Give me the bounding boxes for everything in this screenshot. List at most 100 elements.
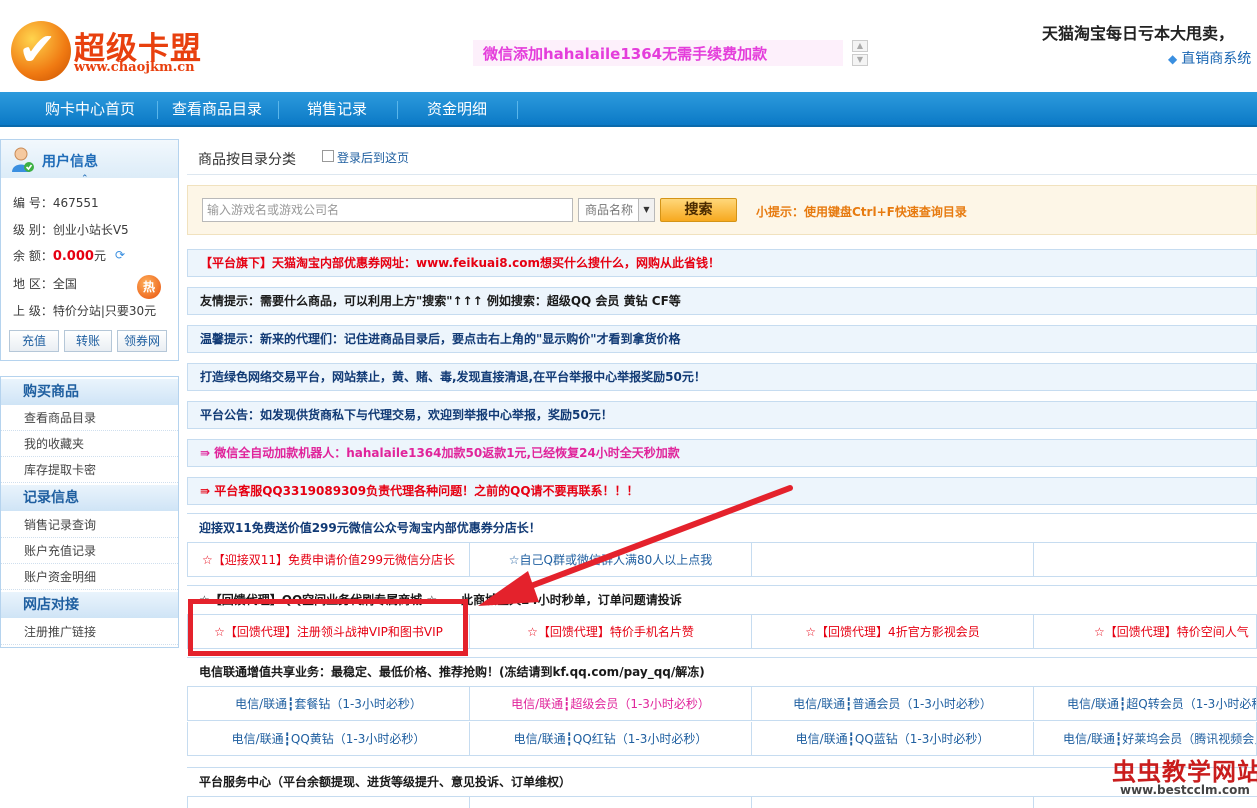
product-link[interactable]: 电信/联通┇超Q转会员（1-3小时必秒） (1034, 687, 1257, 721)
menu-item-favorites[interactable]: 我的收藏夹 (1, 431, 178, 457)
collapse-caret-icon[interactable]: ⌃ (81, 174, 89, 184)
logo-url: www.chaojkm.cn (74, 60, 195, 75)
section-title: 平台服务中心（平台余额提现、进货等级提升、意见投诉、订单维权） (187, 767, 1257, 797)
search-type-value: 商品名称 (585, 203, 634, 217)
side-menu: 购买商品 查看商品目录 我的收藏夹 库存提取卡密 记录信息 销售记录查询 账户充… (0, 376, 179, 648)
balance-unit: 元 (93, 249, 106, 263)
breadcrumb-bar: 商品按目录分类 登录后到这页 (187, 139, 1257, 175)
notice-row: 温馨提示：新来的代理们：记住进商品目录后，要点击右上角的"显示购价"才看到拿货价… (187, 325, 1257, 353)
nav-item-sales[interactable]: 销售记录 (307, 92, 367, 127)
site-logo[interactable]: ✔ 超级卡盟 www.chaojkm.cn (8, 18, 204, 84)
diamond-icon: ◆ (1168, 52, 1178, 66)
product-link[interactable]: ☆自己Q群或微信群人满80人以上点我 (470, 543, 752, 577)
notice-row: 打造绿色网络交易平台，网站禁止，黄、赌、毒,发现直接清退,在平台举报中心举报奖励… (187, 363, 1257, 391)
menu-item-stock[interactable]: 库存提取卡密 (1, 457, 178, 483)
nav-divider (517, 101, 518, 119)
marquee-text: 微信添加hahalaile1364无需手续费加款 (483, 45, 768, 63)
product-link[interactable]: ☆【回馈代理】特价空间人气 (1034, 615, 1257, 649)
menu-item-sales-query[interactable]: 销售记录查询 (1, 512, 178, 538)
nav-item-catalog[interactable]: 查看商品目录 (172, 92, 262, 127)
marquee-up-icon[interactable]: ▲ (852, 40, 868, 52)
transfer-button[interactable]: 转账 (64, 330, 112, 352)
menu-section-shop: 网店对接 (1, 592, 178, 618)
notice-row[interactable]: 【平台旗下】天猫淘宝内部优惠券网址：www.feikuai8.com想买什么搜什… (187, 249, 1257, 277)
notice-row: ⇛ 微信全自动加款机器人：hahalaile1364加款50返款1元,已经恢复2… (187, 439, 1257, 467)
sidebar: 用户信息 ⌃ 编 号：467551 级 别：创业小站长V5 余 额：0.000元… (0, 139, 179, 659)
product-link[interactable]: ☆【回馈代理】特价手机名片赞 (470, 615, 752, 649)
menu-item-catalog[interactable]: 查看商品目录 (1, 405, 178, 431)
top-notice: 天猫淘宝每日亏本大甩卖， (1042, 24, 1235, 43)
logo-check-icon: ✔ (18, 22, 57, 76)
user-region: 地 区：全国 (13, 277, 77, 291)
search-button[interactable]: 搜索 (660, 198, 737, 222)
user-id: 编 号：467551 (13, 196, 99, 210)
nav-item-home[interactable]: 购卡中心首页 (45, 92, 135, 127)
coupon-button[interactable]: 领券网 (117, 330, 167, 352)
product-link[interactable]: 电信/联通┇好莱坞会员（腾讯视频会员） (1034, 722, 1257, 756)
product-link[interactable]: 电信/联通┇QQ蓝钻（1-3小时必秒） (752, 722, 1034, 756)
nav-divider (157, 101, 158, 119)
product-link[interactable]: ☆【迎接双11】免费申请价值299元微信分店长 (187, 543, 470, 577)
product-link[interactable]: 电信/联通┇普通会员（1-3小时必秒） (752, 687, 1034, 721)
nav-divider (278, 101, 279, 119)
section-grid (187, 796, 1257, 808)
notice-row: 友情提示：需要什么商品，可以利用上方"搜索"↑↑↑ 例如搜索：超级QQ 会员 黄… (187, 287, 1257, 315)
watermark-logo: 虫虫教学网站 www.bestcclm.com (1112, 752, 1257, 807)
search-bar: 输入游戏名或游戏公司名 商品名称 ▼ 搜索 小提示：使用键盘Ctrl+F快速查询… (187, 185, 1257, 235)
user-info-title: 用户信息 (42, 154, 98, 170)
highlight-box (188, 599, 468, 656)
top-strip (780, 0, 1257, 4)
menu-item-promo-link[interactable]: 注册推广链接 (1, 619, 178, 645)
user-balance: 余 额：0.000元 (13, 247, 106, 264)
announcement-marquee: 微信添加hahalaile1364无需手续费加款 (473, 40, 843, 66)
product-link[interactable]: 电信/联通┇QQ黄钻（1-3小时必秒） (187, 722, 470, 756)
remember-page-label[interactable]: 登录后到这页 (337, 149, 409, 166)
user-level: 级 别：创业小站长V5 (13, 223, 129, 237)
nav-divider (397, 101, 398, 119)
section-title: 迎接双11免费送价值299元微信公众号淘宝内部优惠券分店长！ (187, 513, 1257, 543)
search-type-select[interactable]: 商品名称 ▼ (578, 198, 655, 222)
menu-section-buy: 购买商品 (1, 379, 178, 405)
menu-item-fund-detail[interactable]: 账户资金明细 (1, 564, 178, 590)
notice-row: 平台公告：如发现供货商私下与代理交易，欢迎到举报中心举报，奖励50元！ (187, 401, 1257, 429)
empty-cell (752, 797, 1034, 808)
site-header: ✔ 超级卡盟 www.chaojkm.cn 微信添加hahalaile1364无… (0, 0, 1257, 92)
search-input[interactable]: 输入游戏名或游戏公司名 (202, 198, 573, 222)
balance-label: 余 额： (13, 249, 53, 263)
product-link[interactable]: 电信/联通┇QQ红钻（1-3小时必秒） (470, 722, 752, 756)
user-info-panel: 用户信息 ⌃ 编 号：467551 级 别：创业小站长V5 余 额：0.000元… (0, 139, 179, 361)
marquee-controls: ▲ ▼ (852, 40, 868, 66)
empty-cell (1034, 543, 1257, 577)
empty-cell (752, 543, 1034, 577)
empty-cell (187, 797, 470, 808)
direct-sales-link[interactable]: ◆ 直销商系统 (1168, 48, 1251, 68)
chevron-down-icon[interactable]: ▼ (638, 199, 654, 221)
watermark-url: www.bestcclm.com (1120, 783, 1250, 797)
product-link[interactable]: 电信/联通┇套餐钻（1-3小时必秒） (187, 687, 470, 721)
refresh-balance-icon[interactable]: ⟳ (115, 248, 125, 262)
menu-section-records: 记录信息 (1, 485, 178, 511)
search-tip: 小提示：使用键盘Ctrl+F快速查询目录 (756, 205, 967, 219)
balance-value: 0.000 (52, 249, 94, 264)
notice-row: ⇛ 平台客服QQ3319089309负责代理各种问题！之前的QQ请不要再联系！！… (187, 477, 1257, 505)
watermark-title: 虫虫教学网站 (1112, 758, 1257, 786)
remember-page-checkbox[interactable] (322, 150, 334, 162)
product-link[interactable]: 电信/联通┇超级会员（1-3小时必秒） (470, 687, 752, 721)
section-title: 电信联通增值共享业务：最稳定、最低价格、推荐抢购！(冻结请到kf.qq.com/… (187, 657, 1257, 687)
direct-sales-label: 直销商系统 (1181, 51, 1252, 67)
section-grid: 电信/联通┇套餐钻（1-3小时必秒） 电信/联通┇超级会员（1-3小时必秒） 电… (187, 686, 1257, 756)
user-avatar-icon (12, 147, 34, 172)
main-nav: 购卡中心首页 查看商品目录 销售记录 资金明细 (0, 92, 1257, 127)
page-title: 商品按目录分类 (198, 152, 296, 168)
section-grid: ☆【迎接双11】免费申请价值299元微信分店长 ☆自己Q群或微信群人满80人以上… (187, 542, 1257, 577)
user-parent: 上 级：特价分站|只要30元 (13, 304, 157, 318)
main-content: 商品按目录分类 登录后到这页 输入游戏名或游戏公司名 商品名称 ▼ 搜索 小提示… (187, 139, 1257, 808)
marquee-down-icon[interactable]: ▼ (852, 54, 868, 66)
recharge-button[interactable]: 充值 (9, 330, 59, 352)
product-link[interactable]: ☆【回馈代理】4折官方影视会员 (752, 615, 1034, 649)
menu-item-recharge-log[interactable]: 账户充值记录 (1, 538, 178, 564)
empty-cell (470, 797, 752, 808)
nav-item-funds[interactable]: 资金明细 (427, 92, 487, 127)
hot-badge: 热 (137, 275, 161, 299)
user-info-header: 用户信息 ⌃ (1, 140, 178, 184)
